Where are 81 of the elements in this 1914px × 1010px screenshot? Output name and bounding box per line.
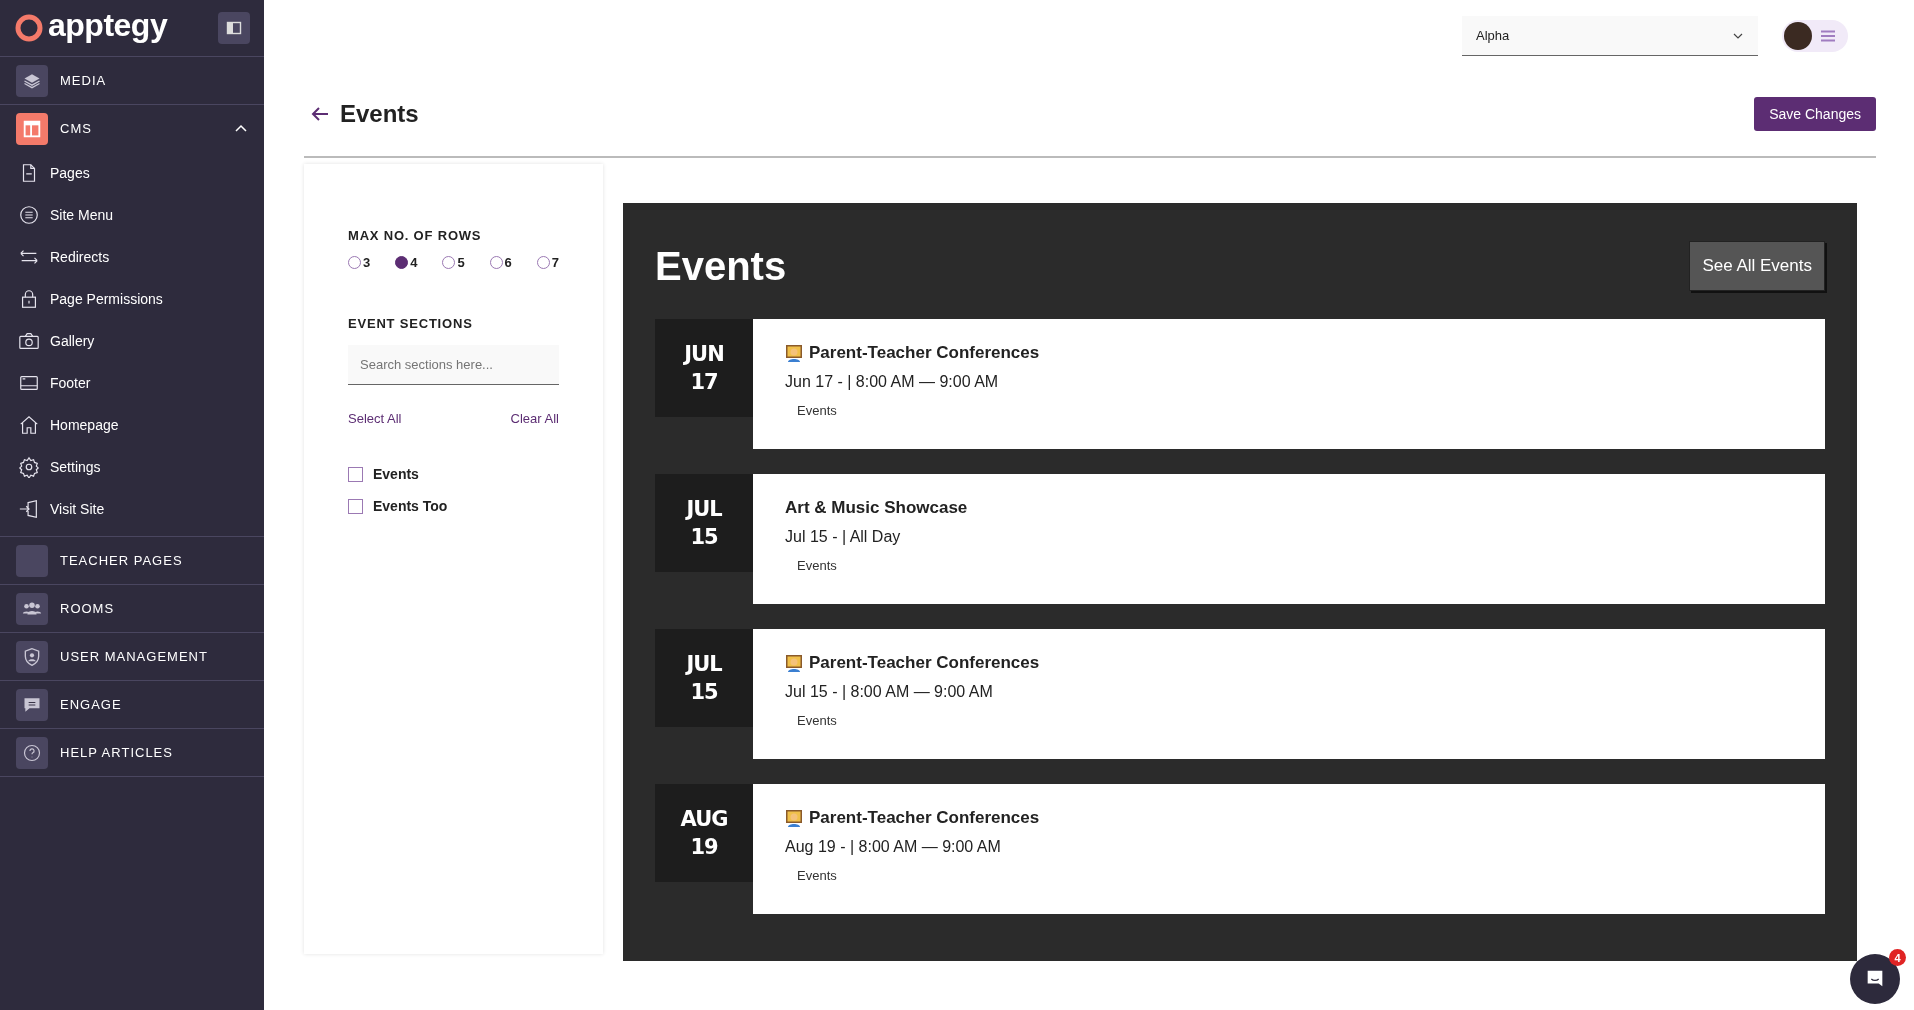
event-month: JUL: [686, 651, 722, 678]
event-section: Events: [785, 868, 1793, 883]
gear-icon: [18, 456, 40, 478]
teacher-icon: [785, 654, 803, 672]
layers-icon: [16, 64, 48, 97]
event-section: Events: [785, 558, 1793, 573]
rows-radio-option[interactable]: 4: [395, 255, 418, 270]
blank-tile-icon: [16, 544, 48, 577]
event-card[interactable]: Art & Music Showcase Jul 15 - | All Day Events: [753, 474, 1825, 604]
people-icon: [16, 592, 48, 625]
door-icon: [18, 498, 40, 520]
account-menu-button[interactable]: [1782, 20, 1848, 52]
sidebar-panel-icon: [226, 20, 242, 36]
event-day: 17: [690, 368, 718, 396]
notification-badge: 4: [1889, 949, 1906, 966]
shield-icon: [16, 640, 48, 673]
rows-radio-option[interactable]: 3: [348, 255, 371, 270]
teacher-icon: [785, 344, 803, 362]
event-time: Jul 15 - | 8:00 AM — 9:00 AM: [785, 683, 994, 701]
see-all-events-button[interactable]: See All Events: [1689, 241, 1825, 291]
camera-icon: [18, 330, 40, 352]
sidebar-section[interactable]: HELP ARTICLES: [0, 729, 264, 777]
event-time: Jun 17 - | 8:00 AM — 9:00 AM: [785, 373, 1000, 391]
page-title: Events: [340, 100, 419, 128]
collapse-sidebar-button[interactable]: [218, 12, 250, 44]
chat-icon: [16, 688, 48, 721]
sidebar-item[interactable]: Gallery: [0, 320, 264, 362]
preview-title: Events: [655, 243, 787, 289]
section-heading: EVENT SECTIONS: [348, 316, 474, 331]
event-day: 15: [690, 523, 718, 551]
section-heading: MAX NO. OF ROWS: [348, 228, 483, 243]
rows-radio-option[interactable]: 7: [536, 255, 559, 270]
event-month: JUN: [684, 341, 724, 368]
logo-wordmark: apptegy: [48, 6, 168, 44]
rows-radio-option[interactable]: 6: [489, 255, 512, 270]
sidebar-item[interactable]: Settings: [0, 446, 264, 488]
select-all-link[interactable]: Select All: [348, 411, 402, 426]
help-icon: [16, 736, 48, 769]
event-day: 19: [690, 833, 718, 861]
teacher-icon: [785, 809, 803, 827]
section-checkbox-option[interactable]: Events: [348, 466, 559, 482]
cms-icon: [16, 112, 48, 145]
sidebar-section[interactable]: CMS: [0, 105, 264, 152]
sidebar-item[interactable]: Visit Site: [0, 488, 264, 530]
section-checkbox-option[interactable]: Events Too: [348, 498, 559, 514]
clear-all-link[interactable]: Clear All: [510, 411, 559, 426]
event-month: JUL: [686, 496, 722, 523]
event-time: Jul 15 - | All Day: [785, 528, 902, 546]
event-title: Parent-Teacher Conferences: [809, 808, 1040, 828]
menu-icon: [1820, 30, 1836, 42]
sidebar-item[interactable]: Homepage: [0, 404, 264, 446]
sidebar-section[interactable]: ROOMS: [0, 585, 264, 633]
chat-button[interactable]: [1850, 954, 1900, 1004]
event-title: Parent-Teacher Conferences: [809, 343, 1040, 363]
sidebar-item[interactable]: Footer: [0, 362, 264, 404]
event-section: Events: [785, 713, 1793, 728]
event-title: Parent-Teacher Conferences: [809, 653, 1040, 673]
avatar: [1784, 22, 1812, 50]
logo-ring-icon: [14, 13, 44, 43]
event-card[interactable]: Parent-Teacher Conferences Aug 19 - | 8:00 AM — 9:00 AM Events: [753, 784, 1825, 914]
sidebar-section[interactable]: ENGAGE: [0, 681, 264, 729]
event-section: Events: [785, 403, 1793, 418]
sidebar-item[interactable]: Redirects: [0, 236, 264, 278]
menu-icon: [18, 204, 40, 226]
event-card[interactable]: Parent-Teacher Conferences Jun 17 - | 8:00 AM — 9:00 AM Events: [753, 319, 1825, 449]
sidebar-item[interactable]: Page Permissions: [0, 278, 264, 320]
rows-radio-option[interactable]: 5: [442, 255, 465, 270]
event-card[interactable]: Parent-Teacher Conferences Jul 15 - | 8:00 AM — 9:00 AM Events: [753, 629, 1825, 759]
save-changes-button[interactable]: Save Changes: [1754, 97, 1876, 131]
event-title: Art & Music Showcase: [785, 498, 968, 518]
sidebar-section[interactable]: MEDIA: [0, 57, 264, 105]
event-time: Aug 19 - | 8:00 AM — 9:00 AM: [785, 838, 1002, 856]
sidebar-section[interactable]: USER MANAGEMENT: [0, 633, 264, 681]
event-day: 15: [690, 678, 718, 706]
sidebar-section[interactable]: TEACHER PAGES: [0, 537, 264, 585]
site-select[interactable]: Alpha: [1462, 16, 1758, 56]
home-icon: [18, 414, 40, 436]
search-field[interactable]: Search sections here...: [348, 345, 559, 385]
sidebar-item[interactable]: Pages: [0, 152, 264, 194]
event-month: AUG: [680, 806, 728, 833]
sidebar-item[interactable]: Site Menu: [0, 194, 264, 236]
